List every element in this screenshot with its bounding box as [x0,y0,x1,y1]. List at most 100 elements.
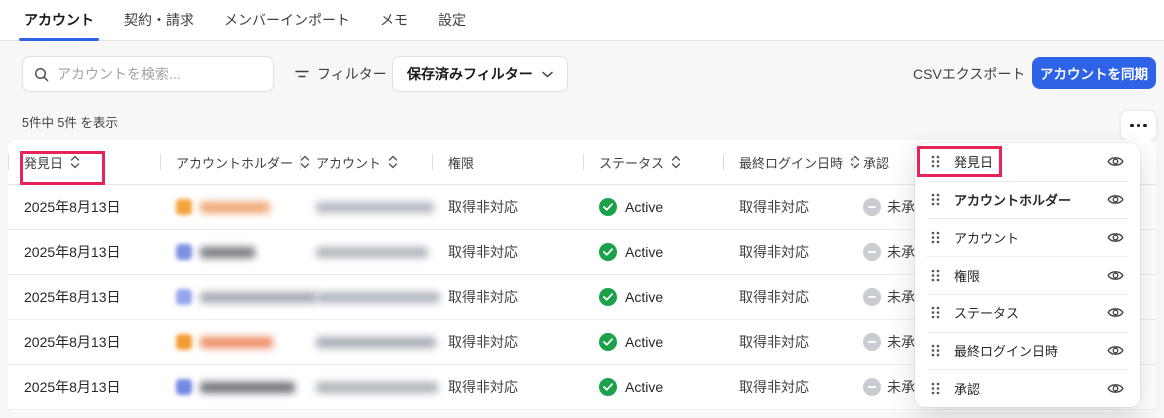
drag-handle-icon[interactable] [931,231,940,244]
drag-handle-icon[interactable] [931,306,940,319]
cell-status: Active [583,288,723,306]
search-icon [34,67,49,82]
redacted-account [316,291,440,303]
status-label: Active [625,289,664,305]
saved-filters-label: 保存済みフィルター [407,66,533,82]
cell-last-login: 取得非対応 [739,244,809,260]
cell-last-login: 取得非対応 [739,334,809,350]
eye-icon[interactable] [1107,269,1124,282]
column-label: 承認 [863,155,890,171]
filter-button[interactable]: フィルター [295,56,387,92]
menu-item-discovery-date[interactable]: 発見日 [915,143,1140,181]
not-approved-icon [863,198,881,216]
cell-permission: 取得非対応 [448,289,518,305]
drag-handle-icon[interactable] [931,269,940,282]
redacted-name [200,246,255,258]
menu-item-label: 最終ログイン日時 [954,343,1059,359]
column-header-account[interactable]: アカウント [300,140,432,184]
tab-accounts[interactable]: アカウント [19,0,99,41]
column-header-discovery-date[interactable]: 発見日 [8,140,160,184]
tab-member-import[interactable]: メンバーインポート [224,0,350,40]
eye-icon[interactable] [1107,382,1124,395]
tab-memo[interactable]: メモ [380,0,408,40]
more-options-button[interactable] [1120,110,1157,141]
column-label: 最終ログイン日時 [739,155,844,171]
avatar [176,199,192,215]
column-header-last-login[interactable]: 最終ログイン日時 [723,140,860,184]
sync-accounts-button[interactable]: アカウントを同期 [1032,57,1156,89]
eye-icon[interactable] [1107,344,1124,357]
redacted-account [316,201,434,213]
chevron-down-icon [541,71,553,78]
eye-icon[interactable] [1107,231,1124,244]
drag-handle-icon[interactable] [931,155,940,168]
column-header-permission[interactable]: 権限 [432,140,583,184]
drag-handle-icon[interactable] [931,382,940,395]
cell-account [300,291,440,303]
cell-permission: 取得非対応 [448,379,518,395]
avatar [176,334,192,350]
column-label: ステータス [599,155,665,171]
csv-export-button[interactable]: CSVエクスポート [913,56,1025,92]
menu-item-account[interactable]: アカウント [915,218,1140,256]
cell-status: Active [583,333,723,351]
cell-last-login: 取得非対応 [739,289,809,305]
column-label: 発見日 [24,155,64,171]
tab-settings[interactable]: 設定 [438,0,466,40]
tab-label: アカウント [24,12,94,28]
menu-item-account-holder[interactable]: アカウントホルダー [915,180,1140,219]
redacted-name [200,336,273,348]
menu-item-last-login[interactable]: 最終ログイン日時 [915,331,1140,370]
tab-label: メンバーインポート [224,12,350,28]
saved-filters-button[interactable]: 保存済みフィルター [392,56,568,92]
cell-last-login: 取得非対応 [739,379,809,395]
sort-icon [70,155,80,169]
eye-icon[interactable] [1107,155,1124,168]
menu-item-status[interactable]: ステータス [915,293,1140,332]
search-input[interactable] [57,66,262,82]
column-label: アカウントホルダー [176,155,294,171]
status-active-icon [599,243,617,261]
not-approved-icon [863,243,881,261]
eye-icon[interactable] [1107,193,1124,206]
redacted-account [316,381,438,393]
cell-account [300,381,438,393]
sort-icon [671,155,681,169]
menu-item-label: アカウントホルダー [954,193,1072,209]
cell-permission: 取得非対応 [448,334,518,350]
menu-item-label: アカウント [954,230,1020,246]
cell-account [300,336,436,348]
menu-item-approval[interactable]: 承認 [915,369,1140,407]
redacted-name [200,291,317,303]
cell-discovery-date: 2025年8月13日 [24,334,121,350]
column-label: アカウント [316,155,382,171]
cell-account-holder [160,244,300,260]
tab-label: メモ [380,12,408,28]
tab-contract-billing[interactable]: 契約・請求 [124,0,194,40]
cell-status: Active [583,243,723,261]
status-active-icon [599,288,617,306]
cell-account-holder [160,379,300,395]
status-label: Active [625,334,664,350]
cell-last-login: 取得非対応 [739,199,809,215]
status-active-icon [599,378,617,396]
tab-label: 設定 [438,12,466,28]
dot [1143,123,1147,128]
redacted-account [316,246,428,258]
column-header-account-holder[interactable]: アカウントホルダー [160,140,310,184]
drag-handle-icon[interactable] [931,344,940,357]
redacted-account [316,336,436,348]
cell-discovery-date: 2025年8月13日 [24,199,121,215]
cell-account-holder [160,199,300,215]
account-search [22,56,274,92]
menu-item-permission[interactable]: 権限 [915,256,1140,294]
column-header-status[interactable]: ステータス [583,140,723,184]
tab-bar: アカウント 契約・請求 メンバーインポート メモ 設定 [0,0,1164,41]
sort-icon [388,155,398,169]
eye-icon[interactable] [1107,306,1124,319]
result-count: 5件中 5件 を表示 [22,116,118,130]
cell-permission: 取得非対応 [448,199,518,215]
drag-handle-icon[interactable] [931,193,940,206]
menu-item-label: 発見日 [954,155,994,171]
column-label: 権限 [448,155,475,171]
